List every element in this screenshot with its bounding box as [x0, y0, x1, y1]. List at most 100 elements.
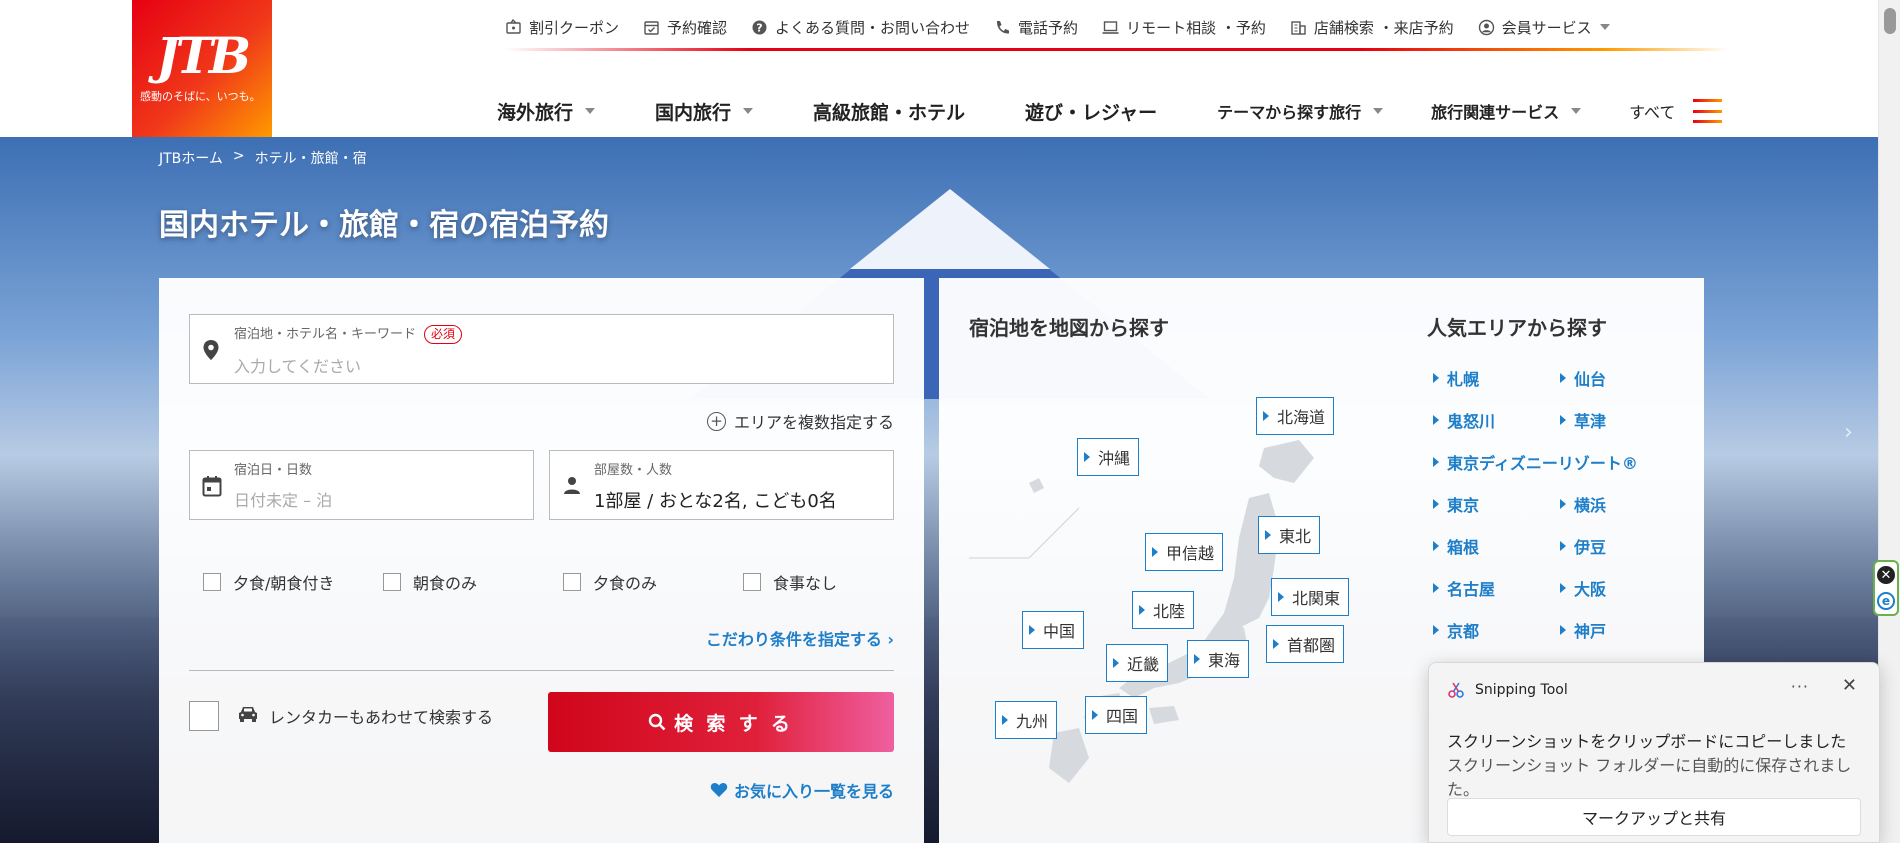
triangle-right-icon: [1029, 625, 1035, 635]
more-conditions-link[interactable]: こだわり条件を指定する ›: [706, 626, 894, 650]
rooms-guests-value[interactable]: 1部屋 / おとな2名, こども0名: [594, 487, 837, 513]
util-member[interactable]: 会員サービス: [1478, 17, 1610, 38]
search-icon: [648, 713, 666, 731]
triangle-right-icon: [1084, 452, 1090, 462]
popular-area-kusatsu[interactable]: 草津: [1560, 408, 1606, 432]
chevron-right-icon[interactable]: ›: [1844, 420, 1853, 445]
jtb-logo[interactable]: JTB 感動のそばに、いつも。: [132, 0, 272, 137]
popular-area-nagoya[interactable]: 名古屋: [1433, 576, 1495, 600]
nav-theme[interactable]: テーマから探す旅行: [1217, 99, 1384, 123]
logo-mark: JTB: [156, 26, 251, 85]
region-shikoku[interactable]: 四国: [1085, 696, 1148, 734]
util-booking-check[interactable]: 予約確認: [643, 17, 727, 38]
popular-area-label: 名古屋: [1447, 580, 1496, 599]
region-chugoku[interactable]: 中国: [1022, 611, 1085, 649]
region-hokkaido[interactable]: 北海道: [1256, 397, 1335, 435]
popular-area-kinugawa[interactable]: 鬼怒川: [1433, 408, 1495, 432]
util-faq-label: よくある質問・お問い合わせ: [775, 18, 971, 37]
popular-areas-title: 人気エリアから探す: [1427, 316, 1607, 340]
triangle-right-icon: [1152, 547, 1158, 557]
region-label: 沖縄: [1098, 449, 1131, 468]
util-phone[interactable]: 電話予約: [994, 17, 1078, 38]
region-label: 甲信越: [1166, 544, 1215, 563]
region-label: 東北: [1279, 527, 1312, 546]
checkbox[interactable]: [383, 573, 401, 591]
more-options-icon[interactable]: ···: [1791, 677, 1809, 696]
snipping-tool-notification[interactable]: Snipping Tool ··· ✕ スクリーンショットをクリップボードにコピ…: [1428, 662, 1880, 843]
main-nav: 海外旅行 国内旅行 高級旅館・ホテル 遊び・レジャー テーマから探す旅行 旅行関…: [497, 94, 1723, 128]
util-coupon-label: 割引クーポン: [529, 18, 620, 37]
popular-area-hakone[interactable]: 箱根: [1433, 534, 1479, 558]
nav-leisure[interactable]: 遊び・レジャー: [1025, 98, 1157, 125]
nav-all-menu[interactable]: すべて: [1629, 99, 1723, 123]
rooms-guests-label: 部屋数・人数: [594, 463, 673, 478]
popular-area-osaka[interactable]: 大阪: [1560, 576, 1606, 600]
popular-area-label: 神戸: [1574, 622, 1607, 641]
browser-side-widget[interactable]: ✕ e: [1873, 560, 1899, 616]
calendar-icon: [202, 475, 222, 501]
nav-domestic[interactable]: 国内旅行: [655, 98, 754, 125]
nav-overseas[interactable]: 海外旅行: [497, 98, 596, 125]
region-kitakanto[interactable]: 北関東: [1271, 578, 1350, 616]
popular-area-kobe[interactable]: 神戸: [1560, 618, 1606, 642]
triangle-right-icon: [1433, 457, 1439, 467]
person-icon: [562, 475, 582, 499]
edge-icon[interactable]: e: [1877, 592, 1895, 610]
popular-area-yokohama[interactable]: 横浜: [1560, 492, 1606, 516]
region-okinawa[interactable]: 沖縄: [1077, 438, 1140, 476]
region-label: 東海: [1208, 651, 1241, 670]
nav-luxury[interactable]: 高級旅館・ホテル: [813, 98, 965, 125]
popular-area-sendai[interactable]: 仙台: [1560, 366, 1606, 390]
region-kinki[interactable]: 近畿: [1106, 644, 1169, 682]
search-button[interactable]: 検 索 す る: [548, 692, 894, 752]
breadcrumb-current: ホテル・旅館・宿: [254, 151, 367, 167]
markup-share-button[interactable]: マークアップと共有: [1447, 798, 1861, 836]
meal-option-breakfast[interactable]: 朝食のみ: [383, 570, 563, 594]
region-tohoku[interactable]: 東北: [1258, 516, 1321, 554]
favorites-label: お気に入り一覧を見る: [733, 782, 894, 801]
util-remote[interactable]: リモート相談 ・予約: [1102, 17, 1266, 38]
building-icon: [1290, 19, 1307, 36]
breadcrumb-home[interactable]: JTBホーム: [159, 148, 223, 168]
popular-area-tdr[interactable]: 東京ディズニーリゾート®: [1433, 450, 1638, 474]
popular-area-kyoto[interactable]: 京都: [1433, 618, 1479, 642]
date-field[interactable]: 宿泊日・日数 日付未定 – 泊: [189, 450, 534, 520]
region-kyushu[interactable]: 九州: [995, 701, 1058, 739]
popular-area-label: 箱根: [1447, 538, 1480, 557]
rental-car-checkbox[interactable]: [189, 701, 219, 731]
region-koshinetsu[interactable]: 甲信越: [1145, 533, 1224, 571]
car-icon: [237, 705, 259, 727]
destination-field[interactable]: 宿泊地・ホテル名・キーワード 必須 入力してください: [189, 314, 894, 384]
region-hokuriku[interactable]: 北陸: [1132, 591, 1195, 629]
scrollbar-thumb[interactable]: [1884, 8, 1896, 34]
meal-option-none[interactable]: 食事なし: [743, 570, 923, 594]
util-coupon[interactable]: 割引クーポン: [505, 17, 619, 38]
search-divider: [189, 670, 894, 671]
rental-car-option[interactable]: レンタカーもあわせて検索する: [189, 701, 493, 731]
rooms-guests-field[interactable]: 部屋数・人数 1部屋 / おとな2名, こども0名: [549, 450, 894, 520]
nav-luxury-label: 高級旅館・ホテル: [813, 101, 966, 124]
meal-option-dinner-breakfast[interactable]: 夕食/朝食付き: [203, 570, 383, 594]
popular-area-tokyo[interactable]: 東京: [1433, 492, 1479, 516]
nav-services[interactable]: 旅行関連サービス: [1431, 99, 1582, 123]
favorites-link[interactable]: お気に入り一覧を見る: [710, 778, 894, 802]
util-faq[interactable]: ? よくある質問・お問い合わせ: [751, 17, 970, 38]
close-circle-icon[interactable]: ✕: [1877, 566, 1895, 584]
page-scrollbar[interactable]: [1878, 0, 1900, 843]
nav-services-label: 旅行関連サービス: [1431, 103, 1560, 122]
meal-option-dinner[interactable]: 夕食のみ: [563, 570, 743, 594]
destination-input[interactable]: 入力してください: [234, 353, 361, 377]
util-store[interactable]: 店舗検索 ・来店予約: [1290, 17, 1454, 38]
nav-domestic-label: 国内旅行: [655, 101, 732, 124]
region-shutoken[interactable]: 首都圏: [1266, 625, 1345, 663]
toast-app-name: Snipping Tool: [1475, 682, 1568, 698]
region-tokai[interactable]: 東海: [1187, 640, 1250, 678]
date-input[interactable]: 日付未定 – 泊: [234, 487, 332, 511]
popular-area-sapporo[interactable]: 札幌: [1433, 366, 1479, 390]
close-icon[interactable]: ✕: [1842, 675, 1857, 696]
popular-area-izu[interactable]: 伊豆: [1560, 534, 1606, 558]
checkbox[interactable]: [563, 573, 581, 591]
checkbox[interactable]: [743, 573, 761, 591]
checkbox[interactable]: [203, 573, 221, 591]
multi-area-link[interactable]: + エリアを複数指定する: [706, 409, 894, 433]
